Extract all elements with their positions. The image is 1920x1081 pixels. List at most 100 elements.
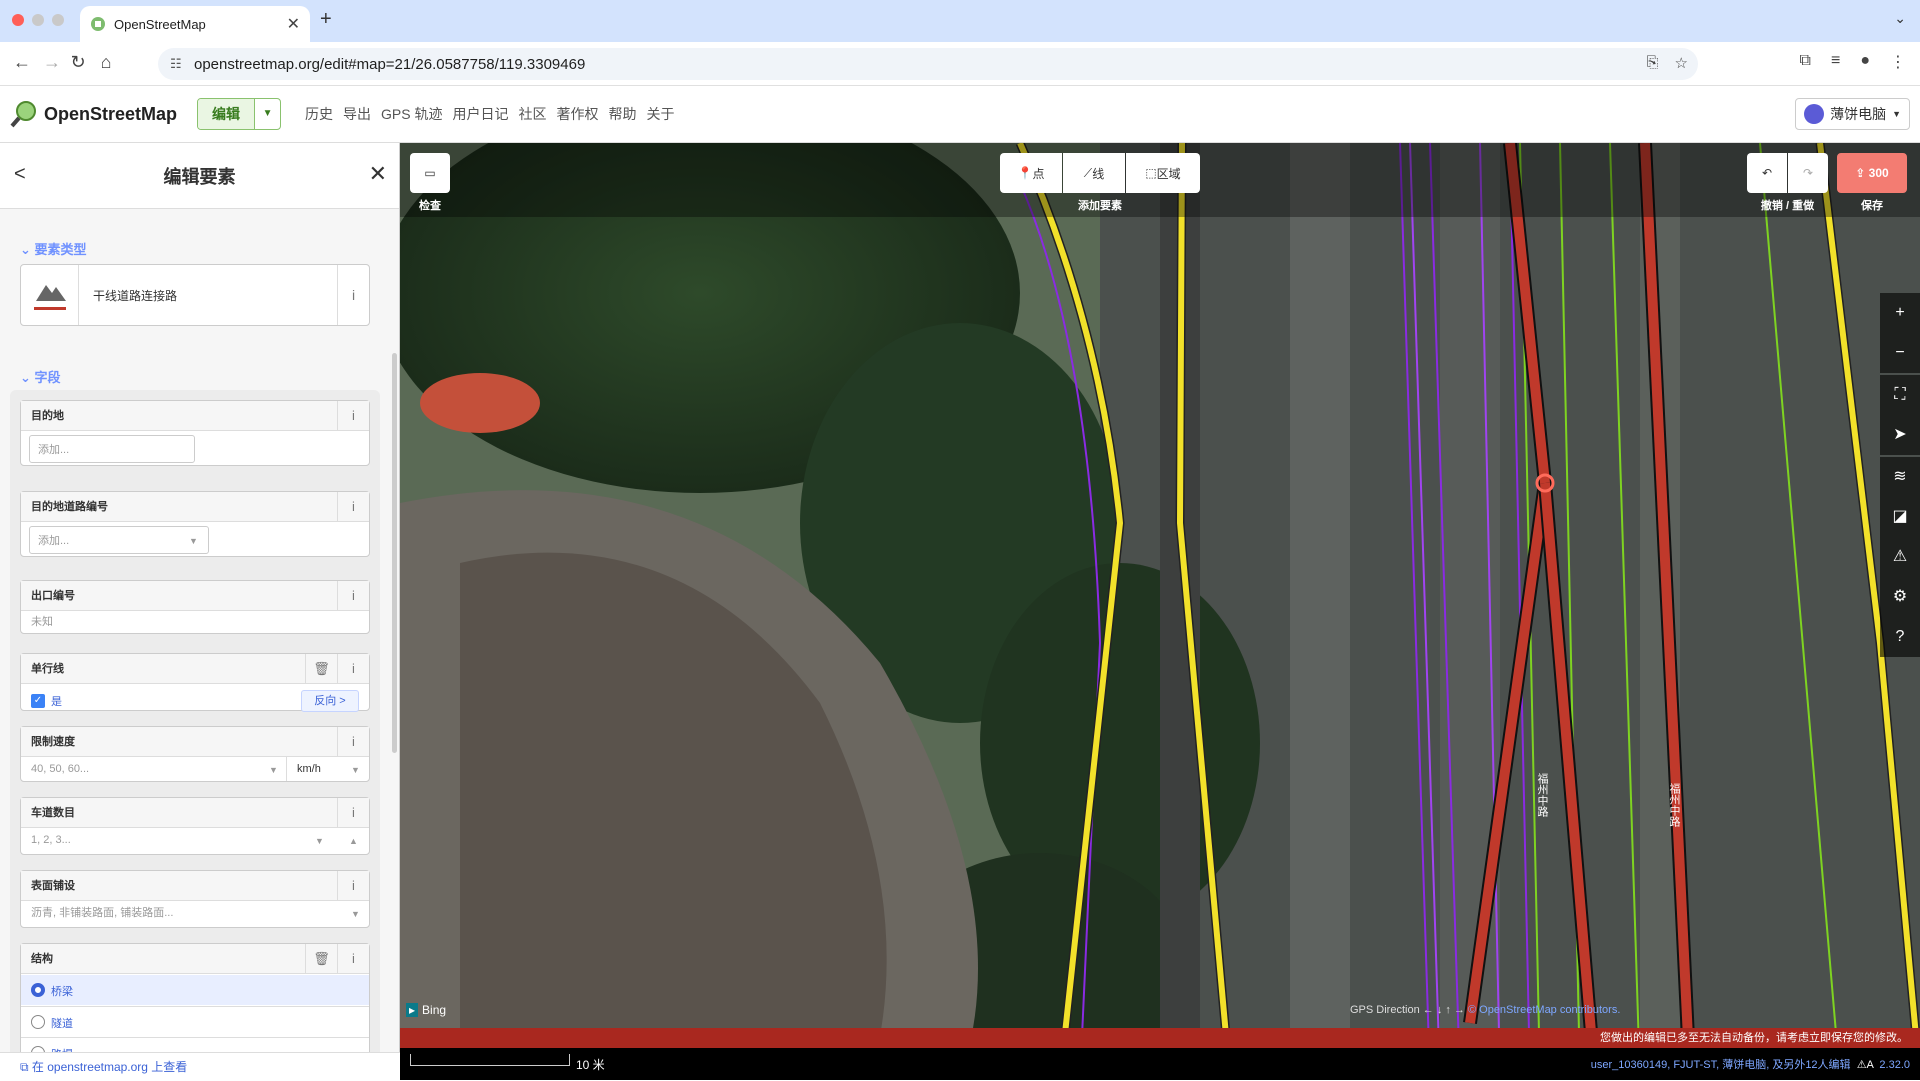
tab-list-chevron-icon[interactable]: ⌄ <box>1894 10 1906 27</box>
extensions-icon[interactable]: ⧉ <box>1800 52 1811 72</box>
back-chevron-icon[interactable]: < <box>14 163 26 186</box>
nav-gps-traces[interactable]: GPS 轨迹 <box>381 104 442 124</box>
version-text[interactable]: 2.32.0 <box>1879 1059 1910 1071</box>
info-icon[interactable]: i <box>337 727 369 757</box>
nav-history[interactable]: 历史 <box>305 104 333 124</box>
field-label: 表面铺设 <box>21 871 369 901</box>
reverse-button[interactable]: 反向 > <box>301 690 359 712</box>
url-field[interactable]: ☷ openstreetmap.org/edit#map=21/26.05877… <box>158 48 1698 80</box>
preset-info-icon[interactable]: i <box>337 265 369 325</box>
increment-icon[interactable]: ▲ <box>349 836 358 846</box>
bing-attribution[interactable]: ▸ Bing <box>406 1003 446 1017</box>
info-icon[interactable]: i <box>337 654 369 684</box>
speed-unit[interactable]: km/h <box>297 763 321 775</box>
decrement-icon[interactable]: ▼ <box>315 836 324 846</box>
media-icon[interactable]: ≡ <box>1831 52 1840 72</box>
structure-option-tunnel[interactable]: 隧道 <box>21 1006 369 1036</box>
close-window-button[interactable] <box>12 14 24 26</box>
trash-icon[interactable]: 🗑 <box>305 654 337 684</box>
map-canvas[interactable]: 福州中路 福州中路 ▭ 检查 📍 点 ⟋ 线 ⬚ 区域 添加要素 ↶ ↷ 撤销 / 重… <box>400 143 1920 1080</box>
profile-icon[interactable]: ● <box>1860 52 1870 72</box>
geolocate-icon[interactable]: ➤ <box>1880 415 1920 455</box>
add-feature-label: 添加要素 <box>1078 200 1122 212</box>
surface-combo[interactable]: 沥青, 非铺装路面, 铺装路面... <box>21 901 369 925</box>
maxspeed-input[interactable]: 40, 50, 60... <box>21 757 287 781</box>
oneway-checkbox[interactable]: ✓ <box>31 694 45 708</box>
add-point-button[interactable]: 📍 点 <box>1000 153 1062 193</box>
osm-favicon-icon <box>91 17 105 31</box>
osm-attribution[interactable]: © OpenStreetMap contributors. <box>1468 1004 1620 1016</box>
close-icon[interactable]: ✕ <box>369 161 387 187</box>
view-on-osm-link[interactable]: ⧉ 在 openstreetmap.org 上查看 <box>0 1052 400 1080</box>
map-data-icon[interactable]: ◪ <box>1880 497 1920 537</box>
install-icon[interactable]: ⎘ <box>1647 54 1659 72</box>
preset-item[interactable]: 干线道路连接路 i <box>20 264 370 326</box>
destination-ref-combo[interactable]: 添加... <box>29 526 209 554</box>
osm-header: OpenStreetMap 编辑 ▼ 历史 导出 GPS 轨迹 用户日记 社区 … <box>0 86 1920 143</box>
section-fields[interactable]: ⌄ 字段 <box>20 367 61 386</box>
scale-text: 10 米 <box>576 1058 605 1072</box>
nav-community[interactable]: 社区 <box>519 104 547 124</box>
maximize-window-button[interactable] <box>52 14 64 26</box>
minimize-window-button[interactable] <box>32 14 44 26</box>
avatar <box>1804 104 1825 124</box>
browser-tab[interactable]: OpenStreetMap ✕ <box>80 6 310 42</box>
gps-direction-label: GPS Direction <box>1350 1004 1420 1016</box>
user-menu-button[interactable]: 薄饼电脑 ▼ <box>1795 98 1910 130</box>
info-icon[interactable]: i <box>337 944 369 974</box>
radio-bridge[interactable] <box>31 983 45 997</box>
zoom-in-icon[interactable]: + <box>1880 293 1920 333</box>
save-button[interactable]: ⇪ 300 <box>1837 153 1907 193</box>
redo-icon[interactable]: ↷ <box>1788 153 1828 193</box>
back-icon[interactable]: ← <box>10 52 34 73</box>
new-tab-icon[interactable]: + <box>320 8 332 31</box>
gps-direction-legend: GPS Direction ← ↓ ↑ → © OpenStreetMap co… <box>1350 1004 1621 1016</box>
issues-icon[interactable]: ⚠ <box>1880 537 1920 577</box>
preferences-icon[interactable]: ⚙ <box>1880 577 1920 617</box>
option-label: 桥梁 <box>51 986 73 998</box>
osm-logo[interactable]: OpenStreetMap <box>10 100 177 128</box>
trash-icon[interactable]: 🗑 <box>305 944 337 974</box>
area-icon: ⬚ <box>1145 166 1157 180</box>
menu-icon[interactable]: ⋮ <box>1890 52 1906 72</box>
undo-icon[interactable]: ↶ <box>1747 153 1787 193</box>
section-fields-label: 字段 <box>34 370 61 385</box>
help-icon[interactable]: ? <box>1880 617 1920 657</box>
nav-copyright[interactable]: 著作权 <box>557 104 599 124</box>
issues-count-icon[interactable]: ⚠A <box>1857 1059 1874 1071</box>
road-label-2: 福州中路 <box>1668 783 1680 827</box>
bookmark-star-icon[interactable]: ☆ <box>1675 54 1688 72</box>
zoom-out-icon[interactable]: − <box>1880 333 1920 373</box>
add-line-button[interactable]: ⟋ 线 <box>1063 153 1125 193</box>
edit-dropdown-icon[interactable]: ▼ <box>254 99 280 129</box>
nav-diaries[interactable]: 用户日记 <box>453 104 509 124</box>
radio-tunnel[interactable] <box>31 1015 45 1029</box>
zoom-to-selection-icon[interactable]: ⛶ <box>1880 375 1920 415</box>
info-icon[interactable]: i <box>337 401 369 431</box>
info-icon[interactable]: i <box>337 492 369 522</box>
edit-button[interactable]: 编辑 <box>198 99 255 129</box>
destination-input[interactable]: 添加... <box>29 435 195 463</box>
sidebar-toggle-icon[interactable]: ▭ <box>410 153 450 193</box>
nav-about[interactable]: 关于 <box>647 104 675 124</box>
add-area-button[interactable]: ⬚ 区域 <box>1126 153 1200 193</box>
home-icon[interactable]: ⌂ <box>94 52 118 73</box>
exit-ref-input[interactable]: 未知 <box>21 611 369 633</box>
field-label: 车道数目 <box>21 798 369 828</box>
site-settings-icon[interactable]: ☷ <box>170 56 182 72</box>
info-icon[interactable]: i <box>337 871 369 901</box>
info-icon[interactable]: i <box>337 581 369 611</box>
scale-bar[interactable] <box>410 1054 570 1066</box>
layers-icon[interactable]: ≋ <box>1880 457 1920 497</box>
reload-icon[interactable]: ↻ <box>66 52 90 73</box>
nav-export[interactable]: 导出 <box>343 104 371 124</box>
structure-option-bridge[interactable]: 桥梁 <box>21 975 369 1005</box>
nav-help[interactable]: 帮助 <box>609 104 637 124</box>
field-maxspeed: 限制速度 i 40, 50, 60... ▼ km/h ▼ <box>20 726 370 782</box>
section-feature-type[interactable]: ⌄ 要素类型 <box>20 239 87 258</box>
close-tab-icon[interactable]: ✕ <box>287 14 300 34</box>
sidebar-scrollbar[interactable] <box>392 353 397 753</box>
contributors-list[interactable]: user_10360149, FJUT-ST, 薄饼电脑, 及另外12人编辑 <box>1591 1059 1851 1071</box>
forward-icon[interactable]: → <box>40 52 64 73</box>
info-icon[interactable]: i <box>337 798 369 828</box>
